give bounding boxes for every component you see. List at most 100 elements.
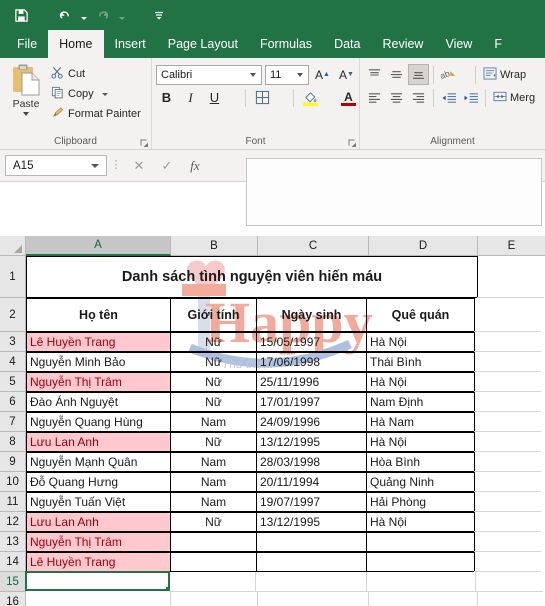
- cell-a12[interactable]: Lưu Lan Anh: [26, 512, 171, 532]
- font-dialog-launcher-icon[interactable]: [348, 139, 357, 148]
- column-header-d[interactable]: D: [369, 236, 478, 256]
- cell-a11[interactable]: Nguyễn Tuấn Việt: [26, 492, 171, 512]
- cell-c3[interactable]: 15/05/1997: [256, 332, 367, 352]
- cell-d11[interactable]: Hải Phòng: [366, 492, 475, 512]
- cell-c16[interactable]: [258, 592, 369, 606]
- copy-button[interactable]: Copy: [48, 84, 144, 104]
- row-header-13[interactable]: 13: [0, 532, 26, 552]
- select-all-corner[interactable]: [0, 236, 26, 256]
- tab-overflow[interactable]: F: [483, 30, 513, 58]
- cell-c9[interactable]: 28/03/1998: [256, 452, 367, 472]
- borders-dropdown-icon[interactable]: [276, 87, 287, 108]
- cell-c14[interactable]: [256, 552, 367, 572]
- cell-d8[interactable]: Hà Nội: [366, 432, 475, 452]
- cell-e15[interactable]: [476, 572, 543, 592]
- row-header-14[interactable]: 14: [0, 552, 26, 572]
- row-header-7[interactable]: 7: [0, 412, 26, 432]
- row-header-6[interactable]: 6: [0, 392, 26, 412]
- cell-a16[interactable]: [26, 592, 171, 606]
- cell-d7[interactable]: Hà Nam: [366, 412, 475, 432]
- tab-file[interactable]: File: [6, 30, 48, 58]
- cell-b8[interactable]: Nữ: [170, 432, 257, 452]
- font-size-input[interactable]: 11: [265, 64, 309, 85]
- wrap-text-button[interactable]: Wrap: [480, 64, 529, 85]
- cell-a2[interactable]: Họ tên: [26, 298, 171, 332]
- tab-review[interactable]: Review: [371, 30, 434, 58]
- cell-d9[interactable]: Hòa Bình: [366, 452, 475, 472]
- cell-e16[interactable]: [478, 592, 545, 606]
- row-header-9[interactable]: 9: [0, 452, 26, 472]
- cell-a5[interactable]: Nguyễn Thị Trâm: [26, 372, 171, 392]
- cell-d2[interactable]: Quê quán: [366, 298, 475, 332]
- row-header-10[interactable]: 10: [0, 472, 26, 492]
- cell-d14[interactable]: [366, 552, 475, 572]
- cell-e12[interactable]: [474, 512, 541, 532]
- row-header-1[interactable]: 1: [0, 256, 26, 298]
- italic-button[interactable]: I: [180, 87, 201, 108]
- cell-b4[interactable]: Nữ: [170, 352, 257, 372]
- row-header-12[interactable]: 12: [0, 512, 26, 532]
- cell-d6[interactable]: Nam Định: [366, 392, 475, 412]
- paste-button[interactable]: Paste: [4, 61, 48, 116]
- cell-c5[interactable]: 25/11/1996: [256, 372, 367, 392]
- clipboard-dialog-launcher-icon[interactable]: [140, 139, 149, 148]
- cell-c13[interactable]: [256, 532, 367, 552]
- align-left-icon[interactable]: [364, 87, 385, 108]
- column-header-a[interactable]: A: [26, 236, 171, 256]
- row-header-3[interactable]: 3: [0, 332, 26, 352]
- cell-a14[interactable]: Lê Huyền Trang: [26, 552, 171, 572]
- cell-e2[interactable]: [474, 298, 541, 332]
- decrease-indent-icon[interactable]: [438, 87, 459, 108]
- format-painter-button[interactable]: Format Painter: [48, 104, 144, 124]
- fill-handle[interactable]: [165, 586, 168, 589]
- cell-b7[interactable]: Nam: [170, 412, 257, 432]
- formula-bar-grip[interactable]: ⋮: [107, 160, 125, 171]
- column-header-c[interactable]: C: [258, 236, 369, 256]
- cell-d3[interactable]: Hà Nội: [366, 332, 475, 352]
- cell-b12[interactable]: Nữ: [170, 512, 257, 532]
- copy-dropdown-icon[interactable]: [101, 92, 108, 96]
- font-family-dropdown-icon[interactable]: [250, 72, 256, 77]
- align-top-icon[interactable]: [364, 64, 385, 85]
- customize-quick-access-icon[interactable]: [146, 3, 172, 27]
- cell-a7[interactable]: Nguyễn Quang Hùng: [26, 412, 171, 432]
- cell-e13[interactable]: [474, 532, 541, 552]
- column-header-e[interactable]: E: [478, 236, 545, 256]
- cell-b3[interactable]: Nữ: [170, 332, 257, 352]
- fill-color-icon[interactable]: [300, 87, 321, 108]
- cell-e14[interactable]: [474, 552, 541, 572]
- font-size-dropdown-icon[interactable]: [297, 72, 303, 77]
- cell-b13[interactable]: [170, 532, 257, 552]
- cell-c15[interactable]: [256, 572, 367, 592]
- tab-home[interactable]: Home: [48, 30, 104, 58]
- name-box[interactable]: A15: [5, 155, 107, 176]
- cell-b14[interactable]: [170, 552, 257, 572]
- cell-c8[interactable]: 13/12/1995: [256, 432, 367, 452]
- cell-a13[interactable]: Nguyễn Thị Trâm: [26, 532, 171, 552]
- tab-formulas[interactable]: Formulas: [249, 30, 323, 58]
- undo-icon[interactable]: [52, 3, 78, 27]
- tab-insert[interactable]: Insert: [104, 30, 157, 58]
- orientation-dropdown-icon[interactable]: [460, 64, 471, 85]
- cell-e3[interactable]: [474, 332, 541, 352]
- cell-e11[interactable]: [474, 492, 541, 512]
- bold-button[interactable]: B: [156, 87, 177, 108]
- insert-function-icon[interactable]: fx: [181, 155, 209, 177]
- cell-a8[interactable]: Lưu Lan Anh: [26, 432, 171, 452]
- cell-b9[interactable]: Nam: [170, 452, 257, 472]
- cell-c2[interactable]: Ngày sinh: [256, 298, 367, 332]
- row-header-8[interactable]: 8: [0, 432, 26, 452]
- tab-page-layout[interactable]: Page Layout: [157, 30, 249, 58]
- cell-d13[interactable]: [366, 532, 475, 552]
- cell-d12[interactable]: Hà Nội: [366, 512, 475, 532]
- cell-b6[interactable]: Nữ: [170, 392, 257, 412]
- cell-b2[interactable]: Giới tính: [170, 298, 257, 332]
- cell-d16[interactable]: [369, 592, 478, 606]
- font-color-icon[interactable]: A: [338, 87, 359, 108]
- row-header-5[interactable]: 5: [0, 372, 26, 392]
- cell-e7[interactable]: [474, 412, 541, 432]
- undo-dropdown-icon[interactable]: [78, 3, 90, 27]
- underline-button[interactable]: U: [204, 87, 225, 108]
- cell-b16[interactable]: [171, 592, 258, 606]
- merge-cells-button[interactable]: Merg: [490, 87, 538, 108]
